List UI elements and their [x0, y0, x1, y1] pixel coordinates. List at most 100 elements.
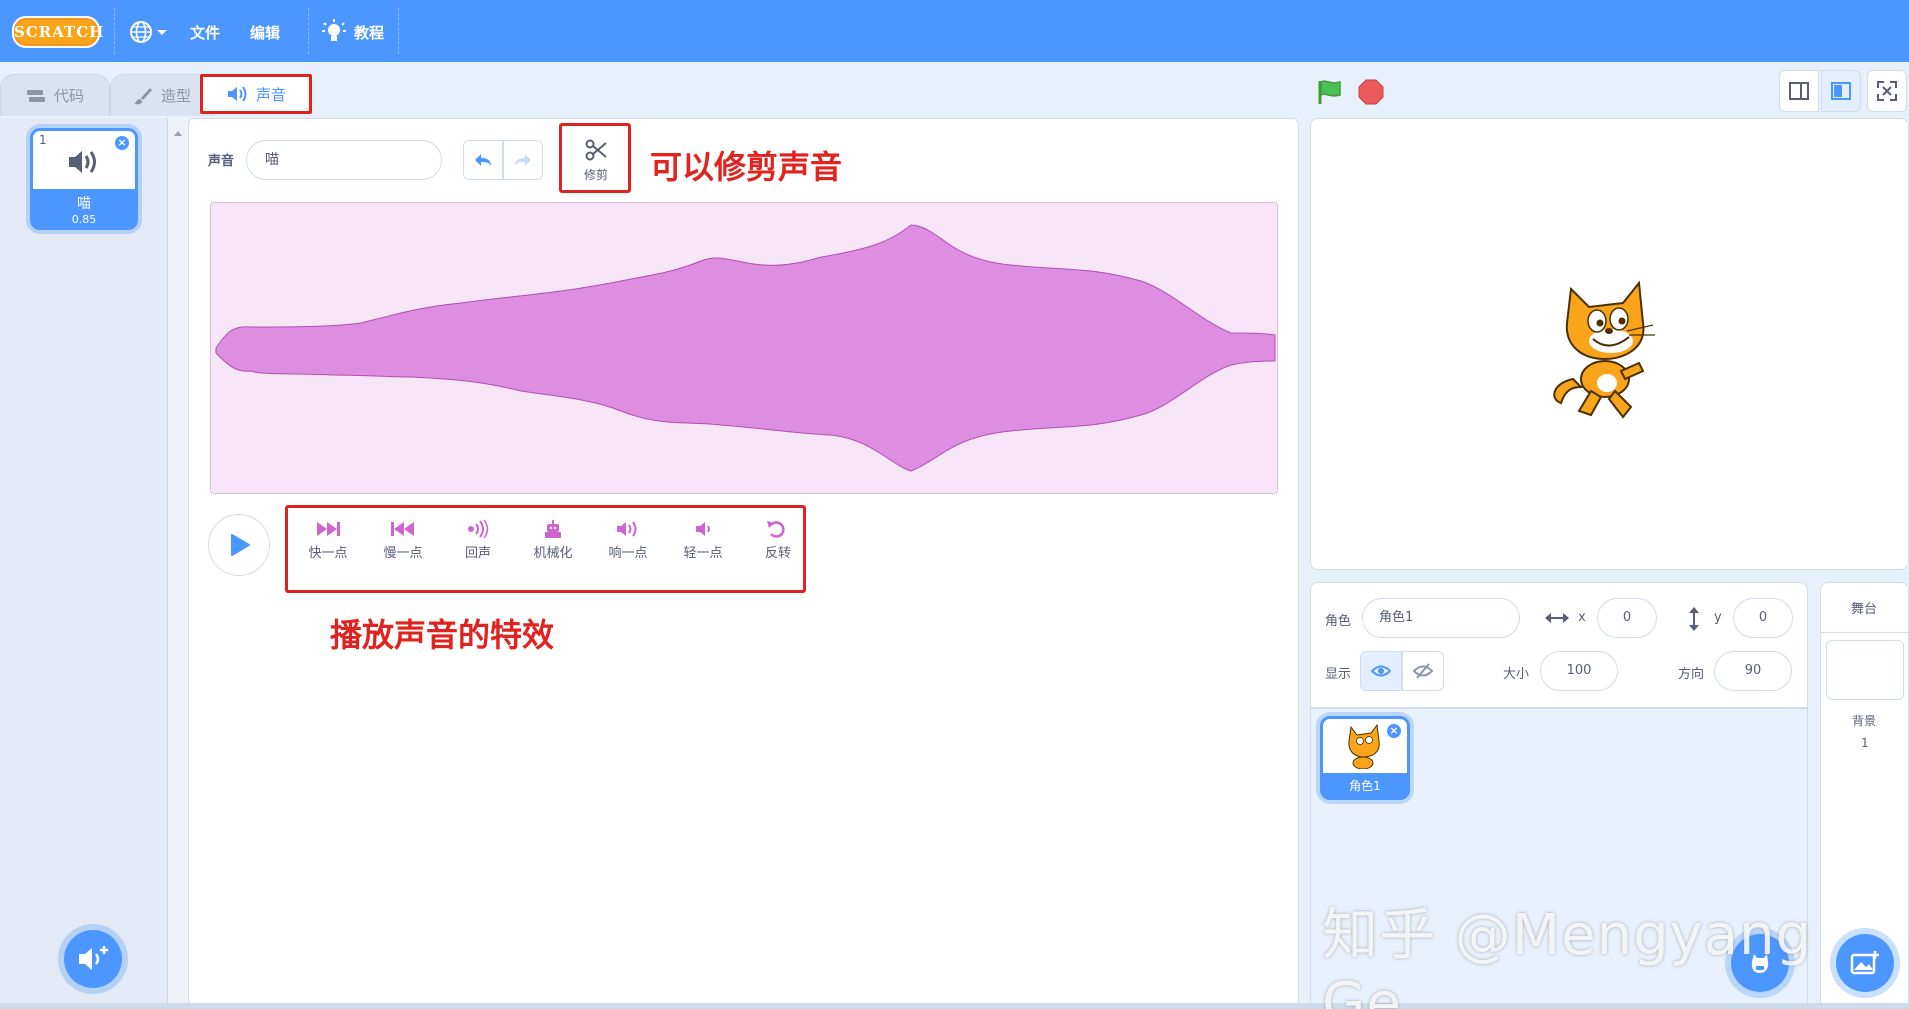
effect-louder-button[interactable]: 响一点 — [597, 520, 659, 561]
menu-bar: SCRATCH 文件 编辑 教程 — [0, 0, 1909, 62]
tab-sounds-label: 声音 — [255, 85, 286, 104]
effect-slower-label: 慢一点 — [383, 546, 423, 561]
show-hidden-button[interactable] — [1402, 651, 1444, 691]
redo-icon — [515, 154, 531, 166]
tab-costumes[interactable]: 造型 — [110, 74, 214, 116]
sound-duration: 0.85 — [71, 213, 97, 226]
size-input[interactable]: 100 — [1540, 651, 1618, 691]
menu-file[interactable]: 文件 — [190, 22, 220, 43]
softer-icon — [696, 522, 710, 536]
code-blocks-icon — [26, 89, 45, 102]
y-position-input[interactable]: 0 — [1733, 598, 1793, 638]
add-sound-icon — [79, 946, 108, 970]
effect-slower-button[interactable]: 慢一点 — [372, 520, 434, 561]
scratch-logo[interactable]: SCRATCH — [12, 16, 103, 48]
x-position-input[interactable]: 0 — [1597, 598, 1657, 638]
show-label: 显示 — [1325, 667, 1352, 682]
effect-reverse-button[interactable]: 反转 — [747, 520, 809, 561]
watermark: 知乎 @Mengyang Ge — [1322, 903, 1813, 1009]
green-flag-button[interactable] — [1316, 78, 1344, 106]
small-stage-button[interactable] — [1779, 70, 1819, 112]
language-menu[interactable] — [128, 19, 170, 45]
x-label: x — [1578, 610, 1586, 625]
y-label: y — [1714, 610, 1722, 625]
direction-input[interactable]: 90 — [1714, 651, 1792, 691]
waveform-display[interactable] — [210, 202, 1278, 494]
effect-faster-button[interactable]: 快一点 — [297, 520, 359, 561]
undo-button[interactable] — [463, 140, 503, 180]
size-label: 大小 — [1503, 667, 1530, 682]
effects-annotation: 播放声音的特效 — [330, 616, 555, 654]
sound-list-scrollbar[interactable] — [168, 118, 188, 1009]
small-stage-icon — [1789, 82, 1809, 100]
backdrops-label: 背景 — [1852, 714, 1877, 728]
play-icon — [231, 534, 250, 556]
effect-louder-label: 响一点 — [608, 546, 648, 561]
effect-echo-button[interactable]: 回声 — [447, 520, 509, 561]
backdrops-count: 1 — [1861, 736, 1869, 750]
effect-robot-label: 机械化 — [533, 546, 573, 561]
large-stage-button[interactable] — [1821, 70, 1861, 112]
echo-icon — [468, 520, 489, 538]
trim-button[interactable]: 修剪 — [568, 130, 624, 186]
sound-list — [0, 118, 168, 1009]
stage-canvas[interactable] — [1310, 118, 1909, 570]
faster-icon — [317, 522, 340, 536]
effect-softer-label: 轻一点 — [683, 546, 723, 561]
waveform — [215, 224, 1276, 472]
sound-index: 1 — [39, 133, 47, 147]
tab-code[interactable]: 代码 — [0, 74, 110, 116]
menu-edit[interactable]: 编辑 — [250, 22, 280, 43]
show-visible-button[interactable] — [1360, 651, 1402, 691]
tab-costumes-label: 造型 — [160, 87, 191, 105]
delete-sprite-button[interactable]: × — [1385, 722, 1403, 740]
backdrop-thumbnail[interactable] — [1826, 640, 1904, 700]
louder-icon — [617, 521, 637, 537]
sound-name-input[interactable]: 喵 — [246, 140, 442, 180]
effect-reverse-label: 反转 — [764, 546, 791, 561]
sprite-name: 角色1 — [1349, 779, 1381, 793]
reverse-icon — [767, 521, 785, 538]
choose-sound-button[interactable] — [64, 930, 122, 988]
sprite-name-input[interactable]: 角色1 — [1362, 598, 1520, 638]
sprite-name-label: 角色 — [1325, 614, 1352, 629]
slower-icon — [391, 522, 414, 536]
paintbrush-icon — [133, 87, 152, 104]
lightbulb-icon — [322, 19, 346, 41]
eye-icon — [1371, 665, 1391, 677]
trim-label: 修剪 — [583, 168, 608, 182]
effect-echo-label: 回声 — [464, 546, 491, 561]
globe-icon — [130, 21, 167, 43]
menu-tutorials[interactable]: 教程 — [322, 18, 384, 46]
large-stage-icon — [1831, 82, 1851, 100]
fullscreen-button[interactable] — [1867, 70, 1907, 112]
tab-code-label: 代码 — [53, 87, 84, 105]
menu-tutorials-label: 教程 — [354, 23, 385, 42]
sound-name: 喵 — [77, 196, 91, 212]
x-arrows-icon — [1545, 613, 1569, 623]
play-button[interactable] — [208, 514, 270, 576]
sound-name-label: 声音 — [208, 154, 235, 169]
direction-label: 方向 — [1678, 667, 1705, 682]
green-flag-icon — [1318, 80, 1341, 104]
delete-sound-button[interactable]: × — [113, 134, 131, 152]
effect-softer-button[interactable]: 轻一点 — [672, 520, 734, 561]
sound-card[interactable]: 1 × 喵 0.85 — [30, 128, 138, 230]
scratch-cat-sprite[interactable] — [1543, 279, 1673, 419]
speaker-icon — [69, 151, 96, 173]
fullscreen-icon — [1877, 81, 1897, 101]
trim-annotation: 可以修剪声音 — [650, 148, 843, 186]
undo-icon — [475, 154, 491, 166]
tab-sounds[interactable]: 声音 — [200, 74, 312, 114]
redo-button[interactable] — [503, 140, 543, 180]
y-arrows-icon — [1689, 607, 1699, 631]
stop-icon — [1358, 79, 1384, 105]
eye-slash-icon — [1413, 663, 1433, 679]
waveform-shape — [215, 224, 1276, 472]
sprite-thumbnail — [1348, 723, 1380, 769]
effect-robot-button[interactable]: 机械化 — [522, 520, 584, 561]
robot-icon — [545, 520, 561, 538]
stop-button[interactable] — [1357, 78, 1385, 106]
sprite-card[interactable]: × 角色1 — [1320, 716, 1410, 800]
speaker-icon — [227, 86, 247, 102]
